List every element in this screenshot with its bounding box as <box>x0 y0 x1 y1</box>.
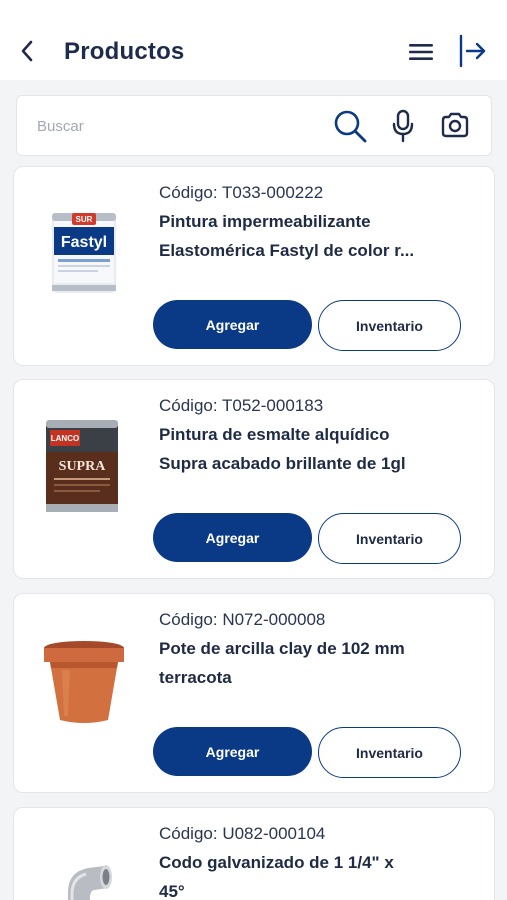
galvanized-elbow-image <box>68 865 112 900</box>
product-image <box>42 640 126 726</box>
search-button[interactable] <box>332 108 368 144</box>
search-input[interactable] <box>27 106 327 146</box>
product-image <box>54 858 124 900</box>
inventory-button[interactable]: Inventario <box>318 727 461 778</box>
supra-name-text: SUPRA <box>59 459 107 474</box>
product-code: Código: T052-000183 <box>159 396 324 415</box>
chevron-left-icon <box>21 40 33 62</box>
add-button[interactable]: Agregar <box>153 300 312 349</box>
microphone-icon <box>392 109 414 143</box>
camera-icon <box>441 112 469 138</box>
paint-can-supra-image: LANCO SUPRA <box>46 420 118 512</box>
supra-brand-text: LANCO <box>51 434 79 443</box>
product-card[interactable]: Código: U082-000104 Codo galvanizado de … <box>13 807 495 900</box>
hamburger-menu-icon <box>409 44 433 60</box>
back-button[interactable] <box>14 36 40 66</box>
product-name: Pintura impermeabilizante Elastomérica F… <box>159 212 415 260</box>
fastyl-name-text: Fastyl <box>61 234 107 251</box>
logout-icon <box>459 34 486 68</box>
camera-search-button[interactable] <box>440 110 470 140</box>
fastyl-brand-text: SUR <box>76 215 93 224</box>
product-card[interactable]: Código: N072-000008 Pote de arcilla clay… <box>13 593 495 793</box>
app-header: Productos <box>0 0 507 80</box>
product-code: Código: N072-000008 <box>159 610 326 629</box>
clay-pot-image <box>44 641 124 723</box>
product-name: Pote de arcilla clay de 102 mm terracota <box>159 639 405 687</box>
inventory-button[interactable]: Inventario <box>318 513 461 564</box>
product-name: Codo galvanizado de 1 1/4" x 45° <box>159 853 394 900</box>
search-bar <box>16 95 492 156</box>
product-image: SUR Fastyl <box>44 207 124 297</box>
product-card[interactable]: LANCO SUPRA Código: T052-000183 Pintura … <box>13 379 495 579</box>
paint-can-fastyl-image: SUR Fastyl <box>52 213 116 293</box>
product-code: Código: U082-000104 <box>159 824 326 843</box>
add-button[interactable]: Agregar <box>153 513 312 562</box>
add-button[interactable]: Agregar <box>153 727 312 776</box>
search-icon <box>334 110 367 143</box>
product-code: Código: T033-000222 <box>159 183 324 202</box>
logout-button[interactable] <box>456 34 488 68</box>
product-name: Pintura de esmalte alquídico Supra acaba… <box>159 425 406 473</box>
voice-search-button[interactable] <box>390 108 416 144</box>
inventory-button[interactable]: Inventario <box>318 300 461 351</box>
menu-button[interactable] <box>406 38 436 66</box>
page-title: Productos <box>64 38 185 65</box>
product-image: LANCO SUPRA <box>40 416 124 516</box>
product-card[interactable]: SUR Fastyl Código: T033-000222 Pintura i… <box>13 166 495 366</box>
